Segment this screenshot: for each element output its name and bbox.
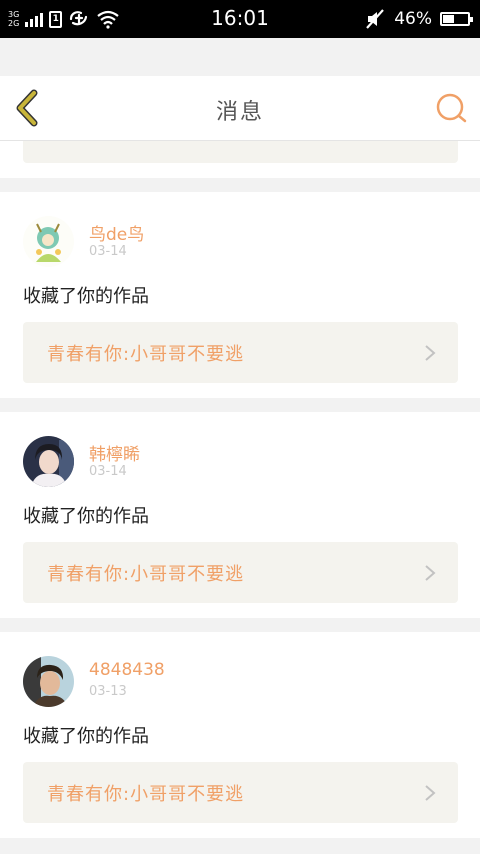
chevron-right-icon — [425, 345, 436, 361]
chevron-right-icon — [425, 565, 436, 581]
message-action: 收藏了你的作品 — [23, 286, 149, 307]
work-link[interactable]: 青春有你:小哥哥不要逃 — [23, 542, 458, 603]
username[interactable]: 4848438 — [89, 660, 165, 680]
username[interactable]: 韩檸睎 — [89, 440, 140, 465]
username[interactable]: 鸟de鸟 — [89, 220, 144, 245]
message-date: 03-13 — [89, 684, 127, 699]
avatar-image — [23, 216, 74, 267]
status-right: 46% — [364, 8, 473, 30]
page-title: 消息 — [215, 100, 264, 125]
message-action: 收藏了你的作品 — [23, 726, 149, 747]
work-title: 青春有你:小哥哥不要逃 — [47, 344, 245, 365]
status-bar: 3G 2G 1 16:01 46% — [0, 0, 480, 38]
work-link[interactable]: 青春有你:小哥哥不要逃 — [23, 762, 458, 823]
search-button[interactable] — [434, 90, 470, 126]
message-date: 03-14 — [89, 464, 127, 479]
message-card-partial — [0, 140, 480, 178]
battery-icon — [440, 12, 473, 26]
message-action: 收藏了你的作品 — [23, 506, 149, 527]
work-link[interactable]: 青春有你:小哥哥不要逃 — [23, 322, 458, 383]
message-card: 鸟de鸟 03-14 收藏了你的作品 青春有你:小哥哥不要逃 — [0, 192, 480, 398]
avatar-image — [23, 656, 74, 707]
message-date: 03-14 — [89, 244, 127, 259]
work-link-partial[interactable] — [23, 140, 458, 163]
message-card: 4848438 03-13 收藏了你的作品 青春有你:小哥哥不要逃 — [0, 632, 480, 838]
avatar-image — [23, 436, 74, 487]
search-icon — [436, 93, 467, 123]
avatar[interactable] — [23, 656, 74, 707]
mute-icon — [366, 9, 385, 29]
app-header: 消息 — [0, 76, 480, 141]
battery-percent: 46% — [394, 9, 432, 29]
chevron-right-icon — [425, 785, 436, 801]
work-title: 青春有你:小哥哥不要逃 — [47, 784, 245, 805]
avatar[interactable] — [23, 436, 74, 487]
message-card: 韩檸睎 03-14 收藏了你的作品 青春有你:小哥哥不要逃 — [0, 412, 480, 618]
work-title: 青春有你:小哥哥不要逃 — [47, 564, 245, 585]
avatar[interactable] — [23, 216, 74, 267]
